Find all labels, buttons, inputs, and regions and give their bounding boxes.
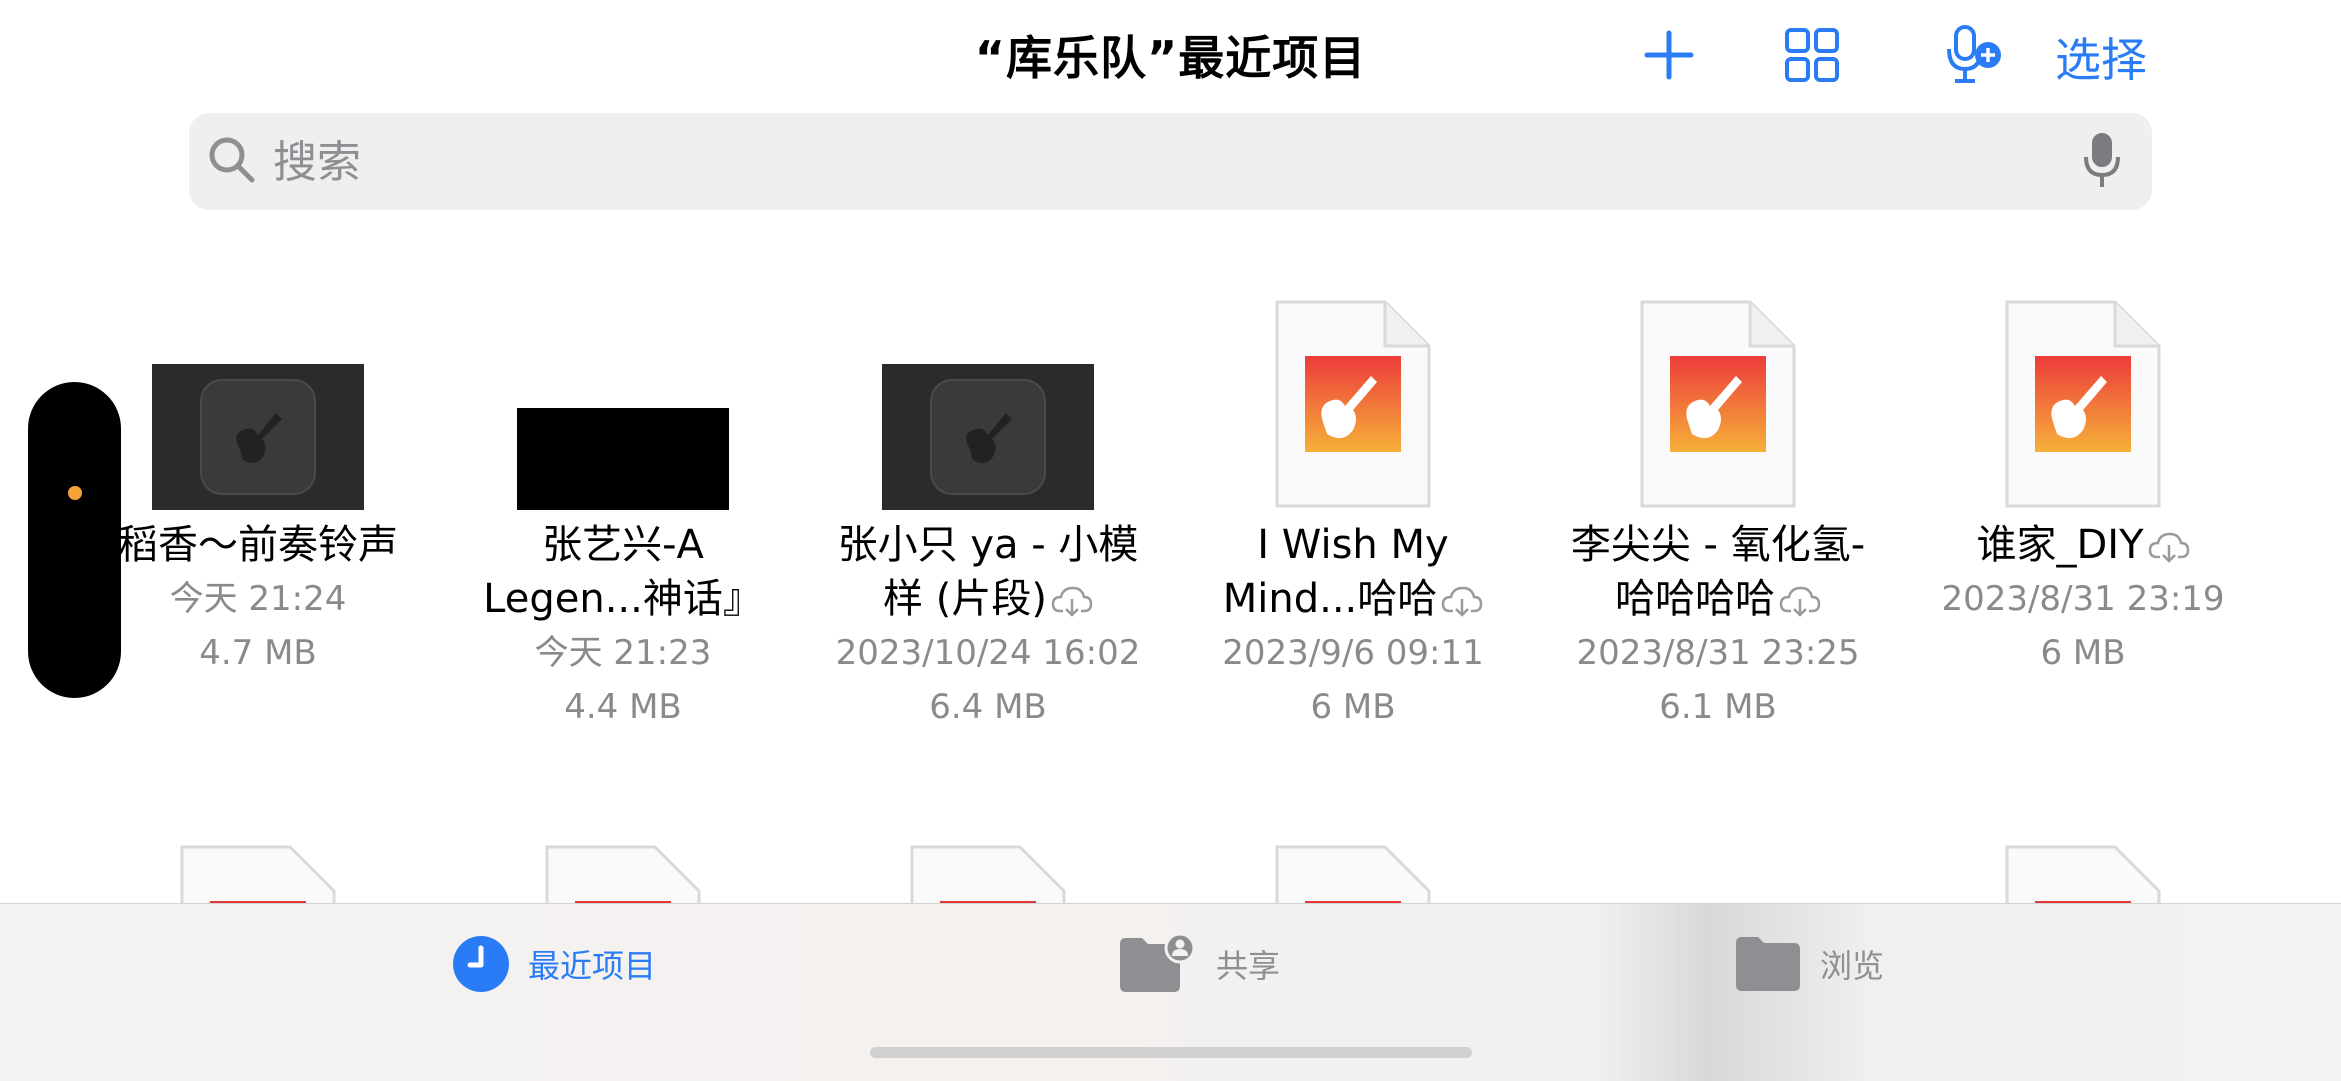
garageband-icon — [200, 379, 316, 495]
file-item[interactable]: 稻香～前奏铃声 今天 21:24 4.7 MB — [93, 280, 423, 680]
file-size: 6.1 MB — [1659, 687, 1777, 727]
file-item[interactable]: I Wish My Mind...哈哈 2023/9/6 09:11 6 MB — [1188, 280, 1518, 734]
folder-icon — [1736, 937, 1800, 991]
file-name: 张艺兴-A Legen...神话』 — [483, 522, 763, 622]
file-date: 2023/8/31 23:19 — [1941, 579, 2225, 619]
recording-indicator-dot — [68, 486, 82, 500]
file-grid: 稻香～前奏铃声 今天 21:24 4.7 MB 张艺兴-A Legen...神话… — [0, 280, 2341, 910]
garageband-document-icon — [1640, 300, 1796, 508]
file-thumbnail — [517, 408, 729, 510]
file-name: 谁家_DIY — [1976, 522, 2144, 568]
clock-icon — [453, 936, 509, 992]
file-size: 4.7 MB — [199, 633, 317, 673]
cloud-download-icon[interactable] — [1051, 585, 1093, 617]
add-button[interactable] — [1640, 20, 1698, 90]
tab-label: 最近项目 — [528, 947, 657, 985]
tab-shared[interactable]: 共享 — [1118, 934, 1280, 994]
grid-view-icon — [1785, 28, 1839, 82]
navigation-bar: “库乐队”最近项目 选择 — [0, 0, 2341, 110]
home-indicator[interactable] — [870, 1047, 1472, 1058]
floating-handle[interactable] — [28, 382, 121, 698]
tab-label: 共享 — [1216, 947, 1281, 985]
select-button[interactable]: 选择 — [2055, 24, 2147, 90]
file-date: 2023/10/24 16:02 — [835, 633, 1141, 673]
file-size: 6 MB — [1310, 687, 1396, 727]
file-name: I Wish My Mind...哈哈 — [1222, 522, 1449, 622]
search-icon — [209, 137, 255, 183]
cloud-download-icon[interactable] — [1779, 585, 1821, 617]
search-bar[interactable] — [189, 113, 2152, 210]
file-name: 张小只 ya - 小模样 (片段) — [837, 522, 1139, 622]
file-item[interactable]: 张艺兴-A Legen...神话』 今天 21:23 4.4 MB — [458, 280, 788, 734]
mic-add-icon — [1947, 25, 2001, 83]
file-date: 2023/9/6 09:11 — [1222, 633, 1484, 673]
garageband-document-icon — [2005, 300, 2161, 508]
file-size: 6 MB — [2040, 633, 2126, 673]
cloud-download-icon[interactable] — [2148, 531, 2190, 563]
tab-browse[interactable]: 浏览 — [1734, 934, 1884, 994]
file-item[interactable]: 谁家_DIY 2023/8/31 23:19 6 MB — [1918, 280, 2248, 680]
file-thumbnail — [152, 364, 364, 510]
file-date: 今天 21:23 — [534, 633, 712, 673]
record-audio-button[interactable] — [1942, 20, 2006, 90]
file-item[interactable]: 李尖尖 - 氧化氢-哈哈哈哈 2023/8/31 23:25 6.1 MB — [1553, 280, 1883, 734]
cloud-download-icon[interactable] — [1441, 585, 1483, 617]
file-date: 今天 21:24 — [169, 579, 347, 619]
file-size: 6.4 MB — [929, 687, 1047, 727]
file-item[interactable]: 张小只 ya - 小模样 (片段) 2023/10/24 16:02 6.4 M… — [823, 280, 1153, 734]
view-mode-button[interactable] — [1783, 20, 1841, 90]
file-date: 2023/8/31 23:25 — [1576, 633, 1860, 673]
search-input[interactable] — [271, 129, 2075, 195]
dictation-mic-icon — [2084, 133, 2120, 187]
garageband-document-icon — [1275, 300, 1431, 508]
plus-icon — [1644, 30, 1694, 80]
tab-label: 浏览 — [1820, 947, 1885, 985]
file-name: 稻香～前奏铃声 — [118, 522, 398, 568]
file-thumbnail — [882, 364, 1094, 510]
shared-folder-icon — [1120, 934, 1196, 992]
garageband-icon — [930, 379, 1046, 495]
file-size: 4.4 MB — [564, 687, 682, 727]
tab-recents[interactable]: 最近项目 — [452, 934, 656, 994]
